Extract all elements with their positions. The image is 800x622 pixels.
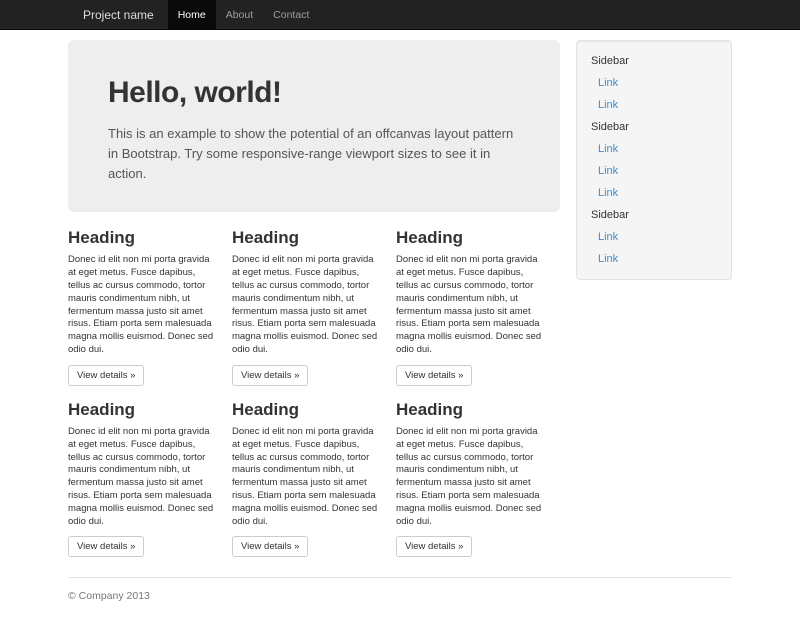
sidebar-link[interactable]: Link xyxy=(577,72,731,94)
brand-link[interactable]: Project name xyxy=(68,0,168,30)
view-details-button[interactable]: View details » xyxy=(68,365,144,386)
page-container: Hello, world! This is an example to show… xyxy=(68,40,732,622)
navbar-inner: Project name Home About Contact xyxy=(68,0,732,30)
view-details-button[interactable]: View details » xyxy=(396,536,472,557)
nav-item-home[interactable]: Home xyxy=(168,0,216,30)
offcanvas-row: Hello, world! This is an example to show… xyxy=(68,40,732,571)
cards-grid: Heading Donec id elit non mi porta gravi… xyxy=(68,228,560,571)
navbar: Project name Home About Contact xyxy=(0,0,800,30)
card-body-text: Donec id elit non mi porta gravida at eg… xyxy=(396,426,546,529)
view-details-button[interactable]: View details » xyxy=(68,536,144,557)
main-content: Hello, world! This is an example to show… xyxy=(68,40,560,571)
content-card-1: Heading Donec id elit non mi porta gravi… xyxy=(68,228,232,386)
sidebar-link[interactable]: Link xyxy=(577,138,731,160)
nav-item-contact[interactable]: Contact xyxy=(263,0,319,30)
content-card-6: Heading Donec id elit non mi porta gravi… xyxy=(396,400,560,558)
sidebar-link[interactable]: Link xyxy=(577,160,731,182)
nav-items: Home About Contact xyxy=(168,0,320,30)
hero-subtitle: This is an example to show the potential… xyxy=(108,124,520,184)
view-details-button[interactable]: View details » xyxy=(232,365,308,386)
sidebar-group-header: Sidebar xyxy=(577,50,731,72)
nav-item-about[interactable]: About xyxy=(216,0,263,30)
card-heading: Heading xyxy=(396,400,546,420)
sidebar-well: Sidebar Link Link Sidebar Link Link Link… xyxy=(576,40,732,280)
card-heading: Heading xyxy=(68,400,218,420)
sidebar-group-header: Sidebar xyxy=(577,116,731,138)
card-heading: Heading xyxy=(68,228,218,248)
content-card-5: Heading Donec id elit non mi porta gravi… xyxy=(232,400,396,558)
sidebar-column: Sidebar Link Link Sidebar Link Link Link… xyxy=(576,40,732,571)
card-heading: Heading xyxy=(232,400,382,420)
card-heading: Heading xyxy=(232,228,382,248)
card-body-text: Donec id elit non mi porta gravida at eg… xyxy=(396,254,546,357)
card-body-text: Donec id elit non mi porta gravida at eg… xyxy=(232,254,382,357)
hero-title: Hello, world! xyxy=(108,76,520,110)
card-body-text: Donec id elit non mi porta gravida at eg… xyxy=(68,426,218,529)
sidebar-link[interactable]: Link xyxy=(577,226,731,248)
content-card-2: Heading Donec id elit non mi porta gravi… xyxy=(232,228,396,386)
content-card-3: Heading Donec id elit non mi porta gravi… xyxy=(396,228,560,386)
sidebar-link[interactable]: Link xyxy=(577,248,731,270)
sidebar-link[interactable]: Link xyxy=(577,182,731,204)
card-body-text: Donec id elit non mi porta gravida at eg… xyxy=(68,254,218,357)
sidebar-group-header: Sidebar xyxy=(577,204,731,226)
copyright-text: © Company 2013 xyxy=(68,590,732,602)
jumbotron: Hello, world! This is an example to show… xyxy=(68,40,560,212)
card-heading: Heading xyxy=(396,228,546,248)
card-body-text: Donec id elit non mi porta gravida at eg… xyxy=(232,426,382,529)
view-details-button[interactable]: View details » xyxy=(232,536,308,557)
sidebar-link[interactable]: Link xyxy=(577,94,731,116)
content-card-4: Heading Donec id elit non mi porta gravi… xyxy=(68,400,232,558)
view-details-button[interactable]: View details » xyxy=(396,365,472,386)
